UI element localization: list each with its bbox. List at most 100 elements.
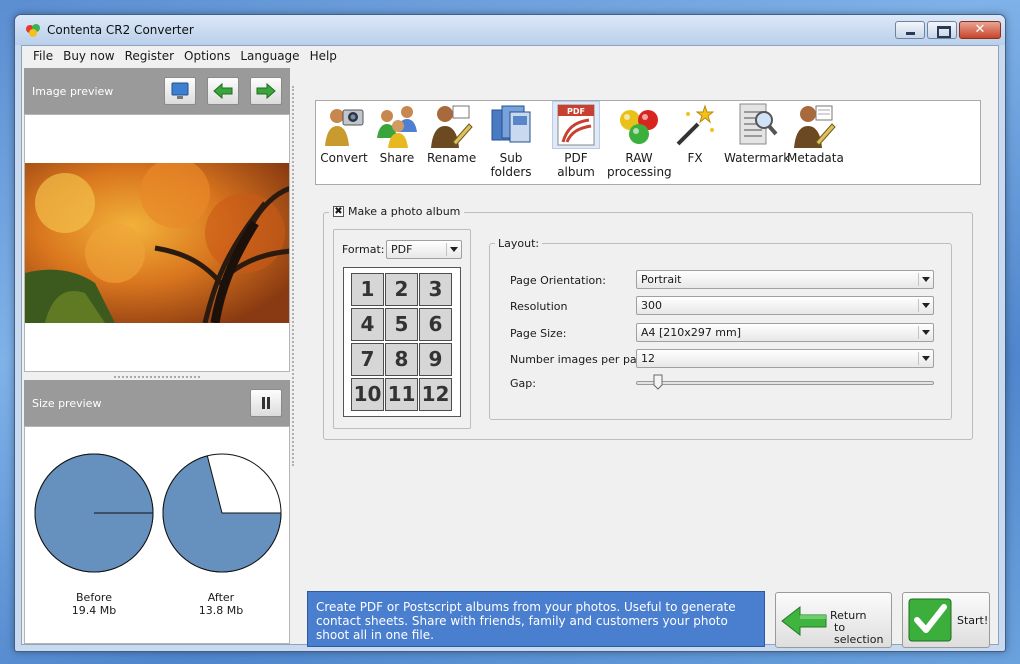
menu-buy-now[interactable]: Buy now — [58, 46, 120, 68]
tool-raw-label: RAW — [625, 151, 653, 165]
minimize-button[interactable] — [895, 21, 925, 39]
grid-cell: 8 — [385, 343, 418, 376]
format-select[interactable]: PDF — [386, 240, 462, 259]
after-caption: After 13.8 Mb — [161, 591, 281, 617]
menu-bar: File Buy now Register Options Language H… — [22, 46, 998, 68]
chevron-down-icon — [922, 356, 930, 361]
grid-cell: 2 — [385, 273, 418, 306]
title-bar[interactable]: Contenta CR2 Converter ✕ — [15, 15, 1005, 45]
person-pen-icon — [431, 105, 473, 148]
tool-watermark[interactable]: Watermark — [724, 102, 790, 165]
grid-cell: 4 — [351, 308, 384, 341]
format-label: Format: — [342, 243, 385, 256]
chevron-down-icon — [922, 303, 930, 308]
tool-metadata-label: Metadata — [787, 151, 844, 165]
grid-cell: 3 — [419, 273, 452, 306]
after-size: 13.8 Mb — [198, 604, 244, 617]
person-document-icon — [794, 105, 836, 148]
grid-cell: 5 — [385, 308, 418, 341]
menu-register[interactable]: Register — [120, 46, 179, 68]
rotate-preview-button[interactable] — [164, 77, 196, 105]
chevron-down-icon — [922, 277, 930, 282]
tool-pdf-album[interactable]: PDF PDF album — [546, 101, 606, 179]
grid-cell: 12 — [419, 378, 452, 411]
grid-cell: 10 — [351, 378, 384, 411]
tool-sub-folders[interactable]: Sub folders — [482, 102, 540, 179]
previous-image-button[interactable] — [207, 77, 239, 105]
return-to-selection-button[interactable]: Return to selection — [775, 592, 892, 648]
menu-help[interactable]: Help — [305, 46, 342, 68]
tool-raw-processing[interactable]: RAW processing — [607, 102, 672, 179]
layout-title: Layout: — [495, 237, 543, 250]
menu-language[interactable]: Language — [235, 46, 304, 68]
checkmark-icon — [908, 598, 952, 642]
vertical-splitter[interactable] — [292, 86, 294, 466]
close-icon: ✕ — [974, 22, 986, 37]
page-size-select[interactable]: A4 [210x297 mm] — [636, 323, 934, 342]
tool-convert[interactable]: Convert — [319, 102, 369, 165]
people-icon — [377, 106, 417, 148]
size-preview-area: Before 19.4 Mb After 13.8 Mb — [24, 426, 290, 644]
image-preview-header: Image preview — [24, 68, 290, 114]
tool-share-label: Share — [379, 151, 415, 165]
svg-text:PDF: PDF — [567, 107, 585, 116]
format-value: PDF — [391, 243, 413, 256]
tool-share[interactable]: Share — [375, 102, 419, 165]
panel-splitter[interactable] — [114, 376, 200, 379]
tool-rename[interactable]: Rename — [427, 102, 477, 165]
watermark-magnifier-icon — [739, 103, 778, 145]
resolution-label: Resolution — [510, 300, 568, 313]
make-album-label: Make a photo album — [348, 205, 461, 218]
tool-sub-folders-label: Sub folders — [490, 151, 532, 179]
after-label: After — [207, 591, 235, 604]
maximize-button[interactable] — [927, 21, 957, 39]
make-album-checkbox[interactable]: ✖ — [333, 206, 344, 217]
grid-cell: 11 — [385, 378, 418, 411]
resolution-value: 300 — [641, 299, 662, 312]
autumn-tree-photo — [25, 163, 289, 323]
make-album-checkbox-row[interactable]: ✖ Make a photo album — [329, 205, 465, 218]
arrow-left-icon — [213, 82, 233, 100]
page-grid-preview: 1 2 3 4 5 6 7 8 9 10 11 12 — [343, 267, 461, 417]
tool-fx-label: FX — [687, 151, 703, 165]
orientation-value: Portrait — [641, 273, 682, 286]
tool-fx[interactable]: FX — [671, 102, 719, 165]
arrow-left-icon — [781, 605, 827, 637]
arrow-right-icon — [256, 82, 276, 100]
camera-person-icon — [325, 109, 364, 146]
gap-slider[interactable] — [636, 381, 934, 385]
magic-wand-icon — [676, 104, 715, 146]
close-button[interactable]: ✕ — [959, 21, 1001, 39]
app-logo-icon — [26, 24, 40, 37]
images-per-page-select[interactable]: 12 — [636, 349, 934, 368]
gap-label: Gap: — [510, 377, 536, 390]
next-image-button[interactable] — [250, 77, 282, 105]
menu-options[interactable]: Options — [179, 46, 235, 68]
start-button[interactable]: Start! — [902, 592, 990, 648]
orientation-select[interactable]: Portrait — [636, 270, 934, 289]
tool-metadata[interactable]: Metadata — [787, 102, 844, 165]
chevron-down-icon — [922, 330, 930, 335]
chevron-down-icon — [450, 247, 458, 252]
feature-toolbar-items: Convert Share Rename Sub folders PDF PDF… — [315, 100, 981, 185]
menu-file[interactable]: File — [28, 46, 58, 68]
page-size-value: A4 [210x297 mm] — [641, 326, 742, 339]
grid-cell: 6 — [419, 308, 452, 341]
before-pie — [34, 453, 154, 573]
gap-slider-thumb[interactable] — [653, 374, 663, 390]
start-label: Start! — [957, 614, 989, 627]
pause-icon — [262, 397, 270, 409]
resolution-select[interactable]: 300 — [636, 296, 934, 315]
size-preview-label: Size preview — [32, 397, 102, 410]
after-pie — [162, 453, 282, 573]
left-panel: Image preview Size preview Before 19.4 M… — [24, 68, 290, 644]
pause-button[interactable] — [250, 389, 282, 417]
tool-rename-label: Rename — [427, 151, 477, 165]
size-preview-header: Size preview — [24, 380, 290, 426]
orientation-label: Page Orientation: — [510, 274, 606, 287]
client-area: File Buy now Register Options Language H… — [21, 45, 999, 648]
color-balls-icon — [620, 110, 658, 144]
images-per-page-label: Number images per page: — [510, 353, 655, 366]
tool-pdf-album-label: PDF album — [557, 151, 595, 179]
app-window: Contenta CR2 Converter ✕ File Buy now Re… — [14, 14, 1006, 652]
